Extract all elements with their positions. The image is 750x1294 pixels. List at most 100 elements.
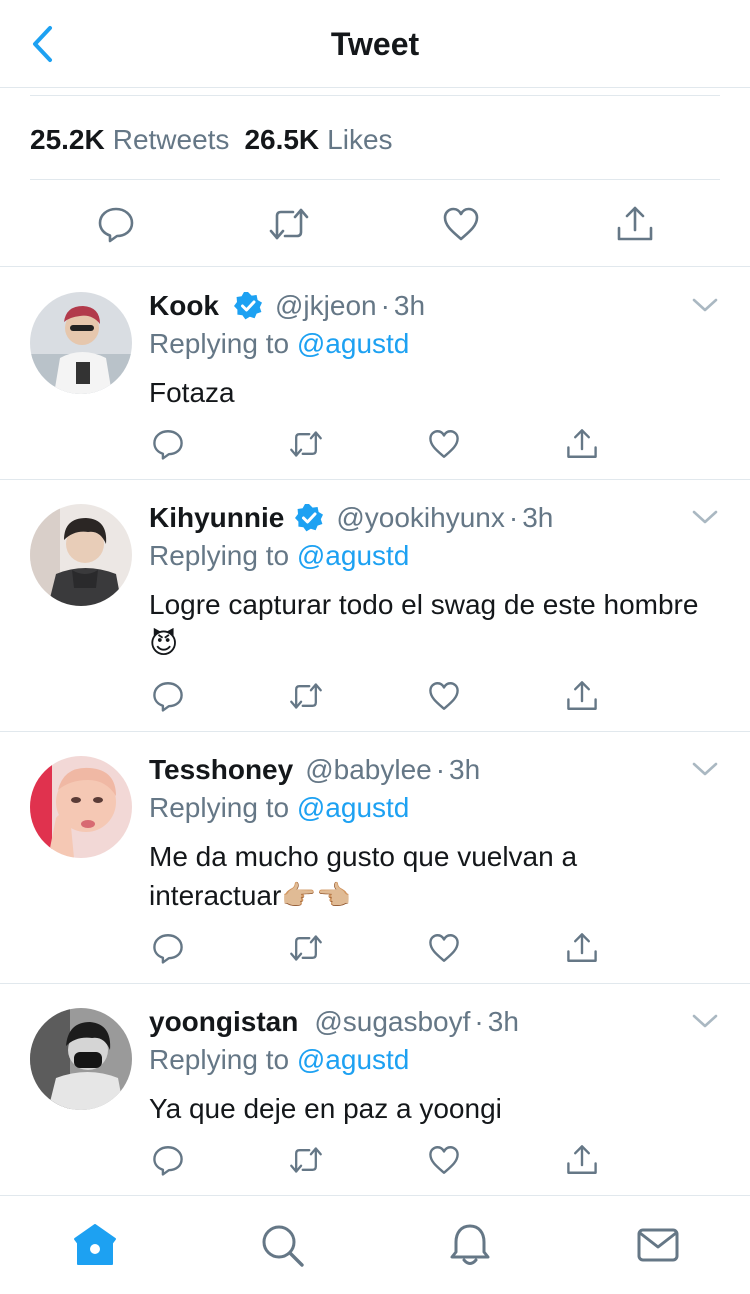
retweet-button[interactable] xyxy=(286,424,326,464)
tweet-stats: 25.2K Retweets 26.5K Likes xyxy=(30,120,393,160)
reply-icon xyxy=(153,430,183,460)
tweet-text: Fotaza xyxy=(149,377,235,408)
mention-link[interactable]: @agustd xyxy=(297,540,410,571)
tweet-text: Ya que deje en paz a yoongi xyxy=(149,1093,502,1124)
heart-icon xyxy=(429,1146,459,1174)
display-name[interactable]: yoongistan xyxy=(149,1006,298,1038)
user-handle[interactable]: @babylee xyxy=(305,754,432,786)
tab-home[interactable] xyxy=(70,1220,120,1270)
reply-tweet[interactable]: Kook @jkjeon · 3h Replying to @agustd Fo… xyxy=(0,268,750,480)
share-button[interactable] xyxy=(613,202,657,246)
reply-header: yoongistan @sugasboyf · 3h xyxy=(149,1002,519,1042)
verified-badge xyxy=(294,503,324,533)
chevron-down-icon xyxy=(692,298,718,312)
retweet-button[interactable] xyxy=(286,928,326,968)
retweets-label[interactable]: Retweets xyxy=(113,124,230,156)
tab-messages[interactable] xyxy=(633,1220,683,1270)
likes-label[interactable]: Likes xyxy=(327,124,392,156)
tweet-actions xyxy=(0,180,750,267)
heart-icon xyxy=(443,207,479,241)
reply-tweet[interactable]: Kihyunnie @yookihyunx · 3h Replying to @… xyxy=(0,480,750,732)
reply-button[interactable] xyxy=(148,928,188,968)
share-button[interactable] xyxy=(562,424,602,464)
retweet-button[interactable] xyxy=(286,676,326,716)
heart-icon xyxy=(429,430,459,458)
retweet-button[interactable] xyxy=(286,1140,326,1180)
replying-to-label: Replying to xyxy=(149,328,290,359)
avatar[interactable] xyxy=(30,292,132,394)
separator-dot: · xyxy=(380,290,390,321)
chevron-down-icon xyxy=(692,510,718,524)
like-button[interactable] xyxy=(424,928,464,968)
share-icon xyxy=(567,681,597,710)
separator-dot: · xyxy=(508,502,519,533)
like-button[interactable] xyxy=(424,676,464,716)
like-button[interactable] xyxy=(439,202,483,246)
replying-to-label: Replying to xyxy=(149,540,290,571)
reply-icon xyxy=(153,934,183,964)
timestamp: 3h xyxy=(487,1006,519,1037)
more-options-button[interactable] xyxy=(690,290,720,320)
notifications-icon xyxy=(450,1224,490,1265)
separator-dot: · xyxy=(435,754,446,785)
replying-to-line: Replying to @agustd xyxy=(149,792,409,824)
retweet-button[interactable] xyxy=(267,202,311,246)
tab-search[interactable] xyxy=(257,1220,307,1270)
timestamp: 3h xyxy=(449,754,481,785)
share-button[interactable] xyxy=(562,1140,602,1180)
retweet-icon xyxy=(269,208,309,240)
retweet-icon xyxy=(290,1147,322,1173)
share-icon xyxy=(617,206,653,241)
display-name[interactable]: Tesshoney xyxy=(149,754,293,786)
like-button[interactable] xyxy=(424,424,464,464)
avatar[interactable] xyxy=(30,504,132,606)
heart-icon xyxy=(429,934,459,962)
mention-link[interactable]: @agustd xyxy=(297,1044,410,1075)
verified-badge xyxy=(233,291,263,321)
reply-button[interactable] xyxy=(148,1140,188,1180)
reply-button[interactable] xyxy=(94,202,138,246)
replying-to-label: Replying to xyxy=(149,1044,290,1075)
reply-header: Kihyunnie @yookihyunx · 3h xyxy=(149,498,553,538)
share-button[interactable] xyxy=(562,928,602,968)
tweet-text: Me da mucho gusto que vuelvan a interact… xyxy=(149,841,578,911)
more-options-button[interactable] xyxy=(690,754,720,784)
chevron-down-icon xyxy=(692,1014,718,1028)
display-name[interactable]: Kook xyxy=(149,290,219,322)
timestamp: 3h xyxy=(393,290,426,321)
reply-button[interactable] xyxy=(148,424,188,464)
retweets-count[interactable]: 25.2K xyxy=(30,124,105,156)
reply-tweet[interactable]: yoongistan @sugasboyf · 3h Replying to @… xyxy=(0,984,750,1196)
mention-link[interactable]: @agustd xyxy=(297,792,410,823)
display-name[interactable]: Kihyunnie xyxy=(149,502,284,534)
like-button[interactable] xyxy=(424,1140,464,1180)
avatar[interactable] xyxy=(30,1008,132,1110)
avatar[interactable] xyxy=(30,756,132,858)
replying-to-line: Replying to @agustd xyxy=(149,1044,409,1076)
heart-icon xyxy=(429,682,459,710)
retweet-icon xyxy=(290,935,322,961)
replying-to-line: Replying to @agustd xyxy=(149,540,409,572)
more-options-button[interactable] xyxy=(690,1006,720,1036)
reply-button[interactable] xyxy=(148,676,188,716)
reply-tweet[interactable]: Tesshoney @babylee · 3h Replying to @agu… xyxy=(0,732,750,984)
reply-header: Kook @jkjeon · 3h xyxy=(149,286,425,326)
likes-count[interactable]: 26.5K xyxy=(244,124,319,156)
more-options-button[interactable] xyxy=(690,502,720,532)
tweet-text: Logre capturar todo el swag de este homb… xyxy=(149,589,699,659)
share-icon xyxy=(567,933,597,962)
separator-dot: · xyxy=(474,1006,484,1037)
share-button[interactable] xyxy=(562,676,602,716)
user-handle[interactable]: @sugasboyf xyxy=(314,1006,470,1038)
verified-icon xyxy=(234,292,262,320)
replying-to-label: Replying to xyxy=(149,792,290,823)
search-icon xyxy=(262,1225,304,1267)
tab-notifications[interactable] xyxy=(445,1220,495,1270)
chevron-down-icon xyxy=(692,762,718,776)
user-handle[interactable]: @jkjeon xyxy=(275,290,377,322)
header-bar: Tweet xyxy=(0,0,750,88)
reply-icon xyxy=(98,207,134,243)
user-handle[interactable]: @yookihyunx xyxy=(336,502,505,534)
mention-link[interactable]: @agustd xyxy=(297,328,410,359)
verified-icon xyxy=(295,504,324,532)
